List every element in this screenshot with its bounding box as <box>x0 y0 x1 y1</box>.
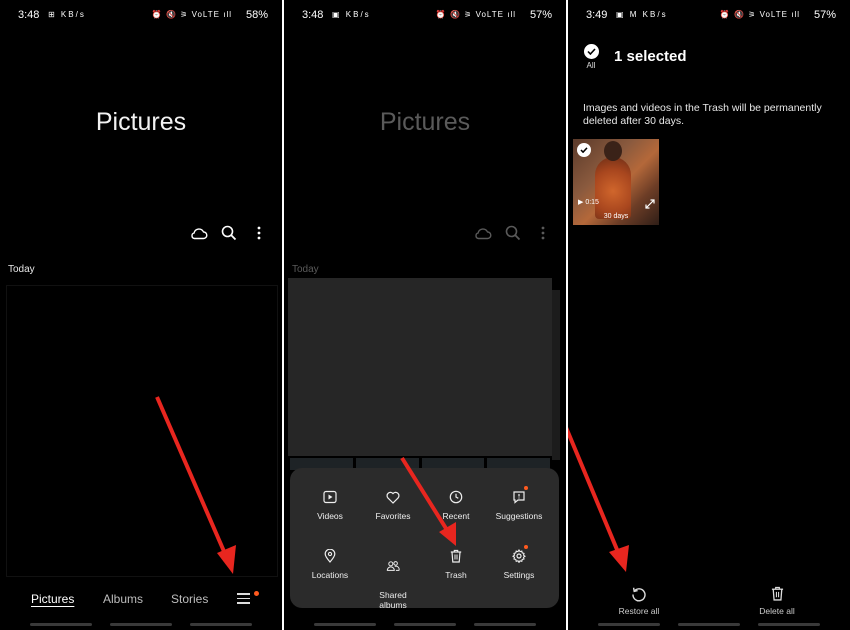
trash-screen: 3:49 ▣ M KB/s ⏰ 🔇 ⚞ VoLTE ıll 57% All 1 … <box>568 0 850 630</box>
annotation-arrow <box>155 396 236 574</box>
gallery-screen-menu: 3:48 ▣ KB/s ⏰ 🔇 ⚞ VoLTE ıll 57% Pictures… <box>284 0 566 630</box>
annotation-arrow <box>400 456 456 546</box>
gallery-screen-pictures: 3:48 ⊞ KB/s ⏰ 🔇 ⚞ VoLTE ıll 58% Pictures… <box>0 0 282 630</box>
annotation-arrow <box>568 426 629 572</box>
